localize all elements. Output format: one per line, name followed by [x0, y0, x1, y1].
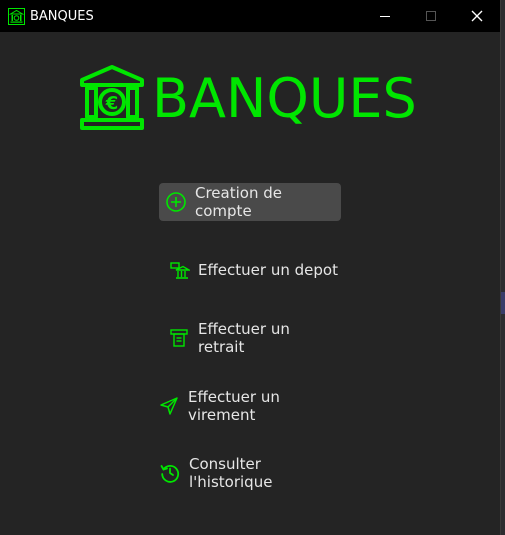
history-label: Consulter l'historique: [189, 455, 273, 491]
deposit-icon: [170, 262, 190, 279]
history-icon: [160, 465, 180, 483]
transfer-icon: [160, 397, 178, 415]
minimize-icon: [379, 15, 390, 17]
window-title: BANQUES: [30, 9, 94, 24]
app-window: BANQUES € BANQUES Creation de compte Eff…: [0, 0, 501, 535]
title-bar: BANQUES: [0, 0, 500, 32]
withdraw-icon: [170, 329, 188, 347]
close-button[interactable]: [454, 0, 500, 32]
history-button[interactable]: Consulter l'historique: [159, 454, 349, 492]
transfer-button[interactable]: Effectuer un virement: [158, 387, 348, 425]
withdraw-label: Effectuer un retrait: [198, 320, 290, 356]
svg-text:€: €: [105, 93, 119, 114]
close-icon: [471, 10, 483, 22]
bank-icon: [8, 8, 25, 25]
create-account-label: Creation de compte: [195, 184, 282, 220]
transfer-label: Effectuer un virement: [188, 388, 280, 424]
withdraw-button[interactable]: Effectuer un retrait: [168, 319, 340, 357]
bank-euro-icon: €: [80, 65, 144, 130]
minimize-button[interactable]: [362, 0, 408, 32]
app-title: BANQUES: [152, 67, 417, 130]
maximize-button[interactable]: [408, 0, 454, 32]
create-account-button[interactable]: Creation de compte: [159, 183, 341, 221]
deposit-label: Effectuer un depot: [198, 261, 338, 279]
plus-circle-icon: [166, 192, 186, 212]
background-desktop: [501, 0, 505, 535]
maximize-icon: [425, 10, 436, 21]
background-desktop-accent: [501, 292, 505, 314]
deposit-button[interactable]: Effectuer un depot: [168, 251, 340, 289]
